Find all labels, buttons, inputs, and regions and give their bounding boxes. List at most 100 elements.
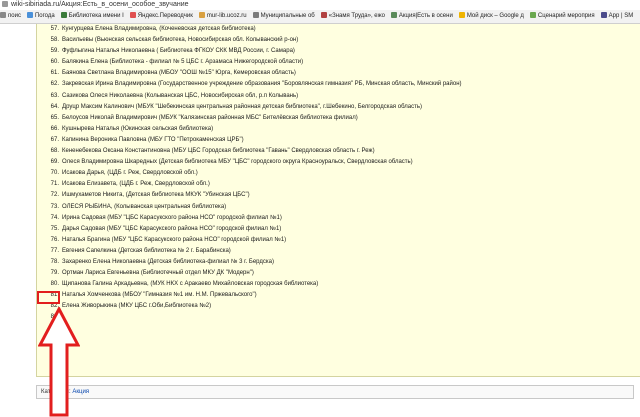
list-item: 72. Ишмухаметов Никита, (Детская библиоте… <box>37 190 462 201</box>
list-item-number: 75. <box>50 225 59 232</box>
list-item-text: Исакова Дарья, (ЦДБ г. Реж, Свердловской… <box>62 170 198 177</box>
bookmark-item[interactable]: Библиотека имени I <box>60 10 124 23</box>
list-item: 65. Белоусов Николай Владимирович (МБУК "… <box>37 113 462 124</box>
list-item-number: 64. <box>50 103 59 110</box>
list-item-text: Кунгурцева Елена Владимировна, (Коченевс… <box>62 26 256 32</box>
list-item: 77. Евгения Сапелкина (Детская библиотека… <box>37 246 462 257</box>
bookmark-item[interactable]: «Знамя Труда», ежо <box>320 10 385 23</box>
list-item: 87. <box>37 357 462 368</box>
list-item: 82. Елена Живорыкина (МКУ ЦБС г.Оби,Библи… <box>37 301 462 312</box>
list-item-text: Закревская Ирина Владимировна (Государст… <box>62 81 462 88</box>
participant-list: 57. Кунгурцева Елена Владимировна, (Кочен… <box>37 24 462 379</box>
list-item: 62. Закревская Ирина Владимировна (Госуда… <box>37 79 462 90</box>
bookmark-item[interactable]: Муниципальные об <box>252 10 315 23</box>
search-icon <box>0 12 6 19</box>
list-item-text: Друцр Максим Калинович (МБУК "Шебекинска… <box>62 103 422 110</box>
list-item-number: 71. <box>50 181 59 188</box>
list-item-text: Сазикова Олеся Николаевна (Колыванская Ц… <box>62 92 299 99</box>
list-item-text: Евгения Сапелкина (Детская библиотека № … <box>62 247 231 254</box>
list-item-text: Захаренко Елена Николаевна (Детская библ… <box>62 258 274 265</box>
list-item-text: Елена Живорыкина (МКУ ЦБС г.Оби,Библиоте… <box>62 303 212 310</box>
list-item: 60. Балякина Елена (Библиотека - филиал №… <box>37 57 462 68</box>
url-text: wiki-sibiriada.ru/Акция:Есть_в_осени_осо… <box>11 1 189 8</box>
list-item-number: 63. <box>50 92 59 99</box>
participants-panel: 57. Кунгурцева Елена Владимировна, (Кочен… <box>36 24 640 377</box>
list-item: 78. Захаренко Елена Николаевна (Детская б… <box>37 257 462 268</box>
app-icon <box>600 12 607 19</box>
page-icon <box>320 12 327 19</box>
page-icon <box>252 12 259 19</box>
list-item-text: Наталья Хомченкова (МБОУ "Гимназия №1 им… <box>62 292 257 299</box>
translate-icon <box>129 12 136 19</box>
list-item-number: 76. <box>50 236 59 243</box>
list-item: 88. <box>37 368 462 379</box>
list-item: 81. Наталья Хомченкова (МБОУ "Гимназия №1… <box>37 290 462 301</box>
list-item: 75. Дарья Садовая (МБУ "ЦБС Карасукского … <box>37 224 462 235</box>
bookmark-label: App | SM <box>608 13 634 19</box>
list-item: 71. Исакова Елизавета, (ЦДБ г. Реж, Сверд… <box>37 179 462 190</box>
list-item: 58. Васильевы (Вьюнская сельская библиоте… <box>37 35 462 46</box>
list-item-number: 74. <box>50 214 59 221</box>
list-item-text: Кушнырева Наталья (Юкинская сельская биб… <box>62 125 214 132</box>
list-item-number: 70. <box>50 170 59 177</box>
list-item-number: 59. <box>50 48 59 55</box>
bookmark-label: поис <box>8 13 21 19</box>
list-item: 74. Ирина Садовая (МБУ "ЦБС Карасукского … <box>37 213 462 224</box>
list-item-number: 66. <box>50 125 59 132</box>
page-icon <box>390 12 397 19</box>
list-item-number: 78. <box>50 258 59 265</box>
list-item-number: 60. <box>50 59 59 66</box>
list-item: 84. <box>37 324 462 335</box>
highlight-box <box>37 291 60 304</box>
list-item: 83. <box>37 312 462 323</box>
list-item-number: 73. <box>50 203 59 210</box>
list-item-text: Олеся Владимировна Шкаредных (Детская би… <box>62 159 413 166</box>
bookmark-label: Яндекс.Переводчик <box>137 13 193 19</box>
list-item: 76. Наталья Брагина (МБУ "ЦБС Карасукског… <box>37 235 462 246</box>
list-item: 59. Фуфлыгина Наталья Николаевна ( Библио… <box>37 46 462 57</box>
list-item-text: Белоусов Николай Владимирович (МБУК "Кал… <box>62 114 358 121</box>
bookmark-item[interactable]: поис <box>0 10 21 23</box>
pointer-arrow <box>38 307 80 417</box>
list-item: 79. Ортман Лариса Евгеньевна (Библиотечны… <box>37 268 462 279</box>
list-item-number: 80. <box>50 281 59 288</box>
list-item: 66. Кушнырева Наталья (Юкинская сельская … <box>37 124 462 135</box>
list-item: 69. Олеся Владимировна Шкаредных (Детская… <box>37 157 462 168</box>
bookmark-label: Акция|Есть в осени <box>398 13 453 19</box>
bookmarks-bar: поис Погода Библиотека имени I Яндекс.Перев… <box>0 10 640 24</box>
list-item-text: Щипанова Галина Аркадьевна, (МУК НКХ с А… <box>62 281 319 288</box>
list-item: 68. Кененебекова Оксана Константиновна (М… <box>37 146 462 157</box>
bookmark-item[interactable]: Яндекс.Переводчик <box>129 10 193 23</box>
weather-icon <box>26 12 33 19</box>
list-item: 57. Кунгурцева Елена Владимировна, (Кочен… <box>37 24 462 35</box>
bookmark-item[interactable]: Мой диск – Google д <box>458 10 524 23</box>
list-item-text: Васильевы (Вьюнская сельская библиотека,… <box>62 37 299 44</box>
list-item: 70. Исакова Дарья, (ЦДБ г. Реж, Свердловс… <box>37 168 462 179</box>
bookmark-label: mur-lib.ucoz.ru <box>206 13 247 19</box>
bookmark-item[interactable]: Сценарий мероприя <box>529 10 595 23</box>
bookmark-label: Сценарий мероприя <box>537 13 595 19</box>
page-content: 57. Кунгурцева Елена Владимировна, (Кочен… <box>0 24 640 417</box>
bookmark-item[interactable]: Погода <box>26 10 55 23</box>
list-item-text: Фуфлыгина Наталья Николаевна ( Библиотек… <box>62 48 295 55</box>
list-item: 73. ОЛЕСЯ РЫБИНА, (Колыванская центральна… <box>37 202 462 213</box>
list-item-number: 69. <box>50 159 59 166</box>
list-item-text: Ирина Садовая (МБУ "ЦБС Карасукского рай… <box>62 214 282 221</box>
category-bar: Категория: Акция <box>36 385 634 399</box>
list-item-text: Баянова Светлана Владимировна (МБОУ "ООШ… <box>62 70 296 77</box>
page-info-icon <box>2 1 8 8</box>
bookmark-item[interactable]: mur-lib.ucoz.ru <box>198 10 247 23</box>
bookmark-label: Муниципальные об <box>260 13 315 19</box>
list-item-number: 77. <box>50 247 59 254</box>
list-item-number: 68. <box>50 148 59 155</box>
library-icon <box>60 12 67 19</box>
site-icon <box>198 12 205 19</box>
bookmark-item[interactable]: App | SM <box>600 10 634 23</box>
list-item: 63. Сазикова Олеся Николаевна (Колыванска… <box>37 91 462 102</box>
bookmark-item[interactable]: Акция|Есть в осени <box>390 10 453 23</box>
drive-icon <box>458 12 465 19</box>
address-bar[interactable]: wiki-sibiriada.ru/Акция:Есть_в_осени_осо… <box>0 0 640 10</box>
list-item: 61. Баянова Светлана Владимировна (МБОУ "… <box>37 68 462 79</box>
list-item-number: 72. <box>50 192 59 199</box>
bookmark-label: Мой диск – Google д <box>466 13 524 19</box>
